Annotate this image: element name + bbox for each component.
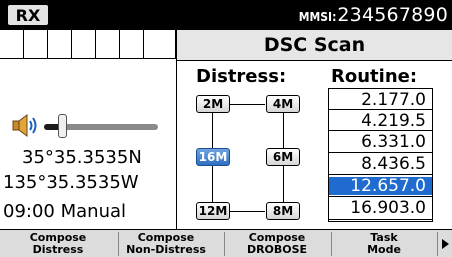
mmsi-label: MMSI: [298,10,337,24]
connector-line [212,166,213,202]
list-divider [329,219,432,220]
status-cell [144,30,176,58]
routine-frequency-item[interactable]: 6.331.0 [329,133,432,151]
connector-line [283,166,284,202]
routine-frequency-list: 2.177.0 4.219.5 6.331.0 8.436.5 12.657.0… [328,88,433,222]
softkey-label: Task Mode [367,231,401,256]
list-divider [329,196,432,197]
channel-12m-button[interactable]: 12M [196,202,230,220]
routine-frequency-item[interactable]: 8.436.5 [329,155,432,173]
channel-8m-button[interactable]: 8M [266,202,300,220]
softkey-label: Compose Non-Distress [126,231,206,256]
softkey-label: Compose Distress [29,231,87,256]
channel-2m-button[interactable]: 2M [196,95,230,113]
connector-line [230,211,265,212]
connector-line [283,113,284,148]
triangle-right-icon[interactable] [442,239,449,249]
status-bar: RX MMSI: 234567890 [0,0,452,30]
status-cell [96,30,120,58]
compose-drobose-softkey[interactable]: Compose DROBOSE [224,230,330,257]
volume-slider-thumb[interactable] [58,114,67,138]
routine-frequency-item[interactable]: 16.903.0 [329,199,432,217]
list-divider [329,152,432,153]
panel-divider [176,30,177,229]
routine-frequency-item[interactable]: 2.177.0 [329,91,432,109]
channel-6m-button[interactable]: 6M [266,148,300,166]
mmsi-display: MMSI: 234567890 [299,0,448,30]
list-divider [329,109,432,110]
softkey-bar: Compose Distress Compose Non-Distress Comp… [0,229,452,257]
status-cell [72,30,96,58]
compose-distress-softkey[interactable]: Compose Distress [8,230,108,257]
status-cell [48,30,72,58]
longitude-readout: 135°35.3535W [3,172,139,193]
screen-title: DSC Scan [263,34,366,56]
task-mode-softkey[interactable]: Task Mode [332,230,436,257]
status-cell [0,30,24,58]
rx-indicator: RX [8,5,48,25]
distress-header: Distress: [196,66,287,87]
compose-non-distress-softkey[interactable]: Compose Non-Distress [110,230,222,257]
dsc-scan-screen: RX MMSI: 234567890 DSC Scan 35°35.3535N … [0,0,452,257]
speaker-icon [12,114,37,137]
routine-frequency-item[interactable]: 12.657.0 [329,177,432,195]
time-readout: 09:00 Manual [3,201,127,222]
routine-header: Routine: [331,66,418,87]
channel-4m-button[interactable]: 4M [266,95,300,113]
channel-16m-button[interactable]: 16M [196,148,230,166]
latitude-readout: 35°35.3535N [22,147,142,168]
status-cell [24,30,48,58]
softkey-divider [437,232,438,256]
connector-line [230,104,265,105]
connector-line [212,113,213,148]
list-divider [329,174,432,175]
softkey-label: Compose DROBOSE [246,231,308,256]
list-divider [329,130,432,131]
mmsi-value: 234567890 [337,4,448,26]
routine-frequency-item[interactable]: 4.219.5 [329,112,432,130]
status-cells [0,30,176,59]
title-band: DSC Scan [177,30,452,61]
status-cell [120,30,144,58]
